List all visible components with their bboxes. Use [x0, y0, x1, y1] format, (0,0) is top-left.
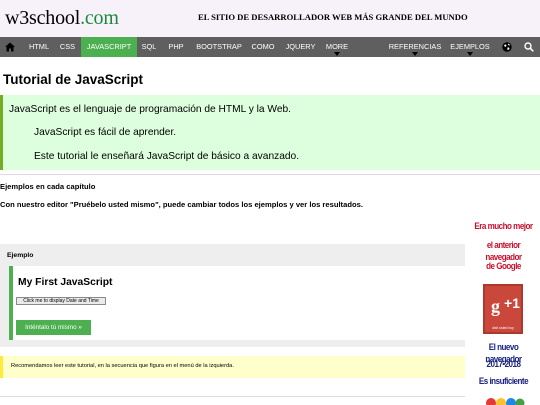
nav-item-jquery[interactable]: JQUERY	[281, 37, 320, 57]
ad-caption: dixit usted hoy	[492, 326, 514, 330]
nav-item-html[interactable]: HTML	[25, 37, 53, 57]
intro-line-2: JavaScript es fácil de aprender.	[34, 127, 177, 138]
nav-item-ejemplos[interactable]: EJEMPLOS	[448, 37, 492, 57]
svg-text:+1: +1	[504, 295, 520, 311]
chevron-down-icon	[412, 52, 418, 56]
site-tagline: EL SITIO DE DESARROLLADOR WEB MÁS GRANDE…	[198, 12, 468, 22]
chevron-down-icon	[467, 52, 473, 56]
ad-line-1: Era mucho mejor	[474, 220, 533, 231]
logo-main: w3school	[5, 7, 81, 29]
display-date-button[interactable]: Click me to display Date and Time	[16, 297, 106, 305]
side-ad[interactable]: Era mucho mejor el anterior navegador de…	[467, 218, 540, 405]
nav-ejemplos-label: EJEMPLOS	[450, 42, 490, 51]
logo-suffix: .com	[80, 7, 119, 29]
note-text: Recomendamos leer este tutorial, en la s…	[11, 363, 234, 369]
site-logo[interactable]: w3school.com	[5, 7, 119, 30]
intro-box: JavaScript es el lenguaje de programació…	[0, 95, 540, 170]
page-title: Tutorial de JavaScript	[3, 72, 144, 87]
nav-item-referencias[interactable]: REFERENCIAS	[385, 37, 445, 57]
section-text: Con nuestro editor "Pruébelo usted mismo…	[0, 200, 363, 209]
intro-line-3: Este tutorial le enseñará JavaScript de …	[34, 151, 300, 162]
nav-item-css[interactable]: CSS	[55, 37, 80, 57]
example-box: Ejemplo My First JavaScript Click me to …	[0, 244, 465, 347]
ad-line-2: el anterior navegador	[485, 239, 522, 262]
nav-referencias-label: REFERENCIAS	[388, 42, 442, 51]
svg-text:g: g	[491, 296, 500, 316]
nav-more-label: MORE	[325, 42, 349, 51]
intro-line-1: JavaScript es el lenguaje de programació…	[9, 104, 291, 115]
browser-logo-icon	[486, 398, 525, 405]
try-it-yourself-button[interactable]: Inténtalo tú mismo »	[16, 320, 91, 335]
ad-line-5: 2017-2018	[486, 358, 521, 369]
ad-line-3: de Google	[486, 260, 521, 271]
globe-icon[interactable]	[502, 42, 512, 52]
top-header: w3school.com EL SITIO DE DESARROLLADOR W…	[0, 0, 540, 37]
nav-item-bootstrap[interactable]: BOOTSTRAP	[192, 37, 246, 57]
home-icon[interactable]	[5, 42, 15, 52]
divider	[0, 396, 465, 397]
search-icon[interactable]	[524, 42, 534, 52]
nav-item-como[interactable]: COMO	[248, 37, 278, 57]
example-label: Ejemplo	[7, 252, 34, 259]
chevron-down-icon	[334, 52, 340, 56]
example-preview: My First JavaScript Click me to display …	[9, 266, 465, 340]
top-nav: HTML CSS JAVASCRIPT SQL PHP BOOTSTRAP CO…	[0, 37, 540, 57]
nav-item-more[interactable]: MORE	[322, 37, 352, 57]
divider	[0, 174, 540, 175]
nav-item-php[interactable]: PHP	[162, 37, 190, 57]
nav-item-javascript[interactable]: JAVASCRIPT	[81, 37, 137, 57]
note-box: Recomendamos leer este tutorial, en la s…	[0, 356, 465, 378]
example-title: My First JavaScript	[18, 277, 113, 288]
section-heading: Ejemplos en cada capítulo	[0, 182, 96, 191]
nav-item-sql[interactable]: SQL	[138, 37, 160, 57]
ad-line-6: Es insuficiente	[478, 375, 529, 386]
